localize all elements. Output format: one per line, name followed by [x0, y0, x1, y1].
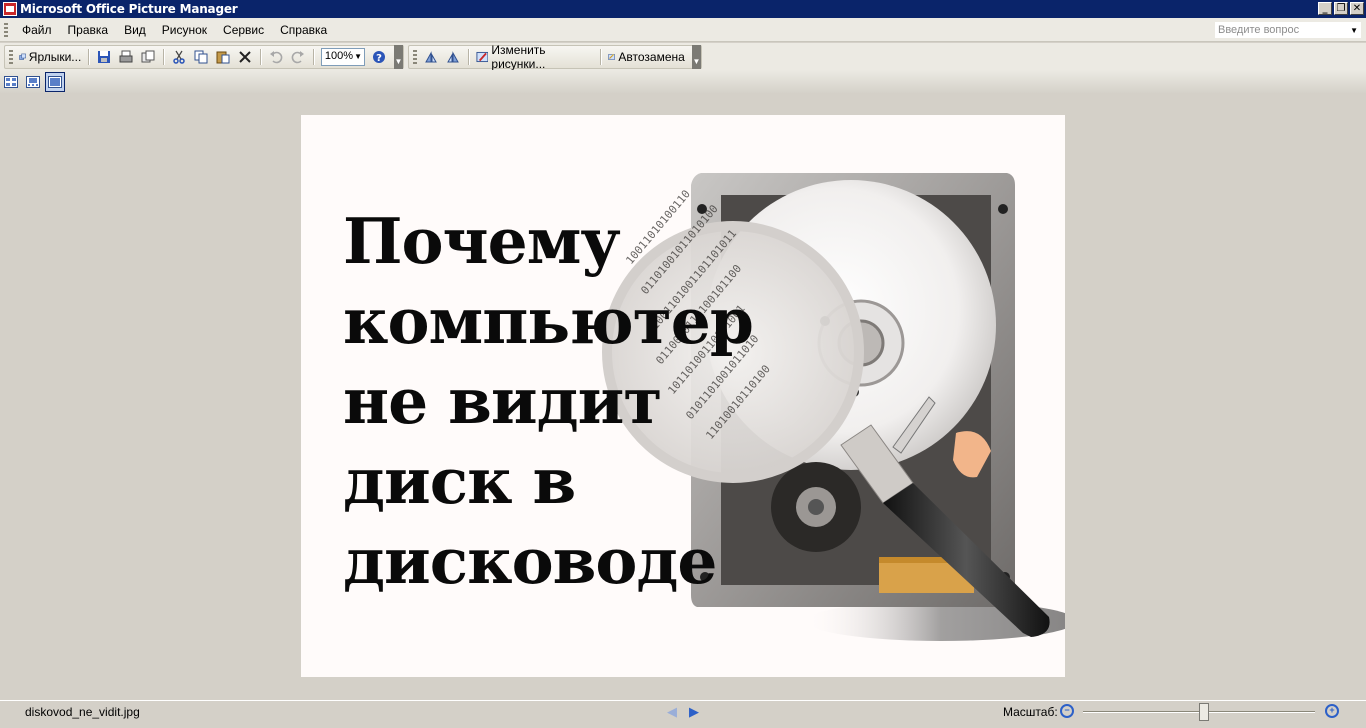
filmstrip-view-button[interactable] — [23, 72, 43, 92]
redo-button[interactable] — [287, 47, 309, 67]
minimize-button[interactable]: _ — [1318, 2, 1332, 15]
standard-toolbar: Ярлыки... 100% ▼ ? ▼ Изменить рисунки...… — [0, 43, 1366, 71]
export-icon — [141, 50, 155, 63]
menu-tools[interactable]: Сервис — [215, 23, 272, 37]
toolbar-separator — [600, 49, 602, 65]
toolbar-separator — [163, 49, 165, 65]
zoom-slider-thumb[interactable] — [1198, 703, 1209, 721]
caption-line: не видит — [343, 364, 662, 438]
title-bar: Microsoft Office Picture Manager _ ❐ ✕ — [0, 0, 1366, 18]
main-toolbar-group: Ярлыки... 100% ▼ ? ▼ — [4, 45, 404, 69]
ask-question-placeholder: Введите вопрос — [1218, 24, 1300, 36]
caption-line: дисководе — [343, 524, 717, 598]
menu-view[interactable]: Вид — [116, 23, 154, 37]
delete-button[interactable] — [234, 47, 256, 67]
toolbar-grip-icon[interactable] — [9, 50, 13, 64]
picture-toolbar-group: Изменить рисунки... Автозамена ▼ — [408, 43, 702, 71]
edit-pictures-icon — [476, 51, 488, 63]
help-button[interactable]: ? — [368, 47, 390, 67]
autocorrect-label: Автозамена — [618, 50, 685, 64]
export-button[interactable] — [137, 47, 159, 67]
window-title: Microsoft Office Picture Manager — [20, 2, 238, 16]
picture-manager-app-icon[interactable] — [3, 2, 17, 16]
toolbar-separator — [260, 49, 262, 65]
caption-line: компьютер — [343, 284, 754, 358]
ask-question-input[interactable]: Введите вопрос ▼ — [1214, 21, 1362, 39]
shortcuts-label: Ярлыки... — [28, 50, 82, 64]
autocorrect-icon — [608, 54, 616, 60]
menu-bar: Файл Правка Вид Рисунок Сервис Справка В… — [0, 18, 1366, 42]
picture-caption: Почему компьютер не видит диск в дисково… — [343, 201, 754, 601]
next-picture-icon[interactable]: ▶ — [689, 704, 699, 720]
rotate-left-button[interactable] — [420, 47, 442, 67]
shortcuts-button[interactable]: Ярлыки... — [16, 47, 85, 67]
copy-button[interactable] — [190, 47, 212, 67]
zoom-combobox[interactable]: 100% ▼ — [320, 48, 365, 66]
edit-pictures-button[interactable]: Изменить рисунки... — [473, 43, 597, 71]
filmstrip-view-icon — [26, 76, 40, 88]
autocorrect-button[interactable]: Автозамена — [605, 47, 688, 67]
undo-icon — [270, 51, 283, 64]
rotate-left-icon — [424, 51, 437, 63]
menu-grip-icon[interactable] — [4, 22, 8, 37]
undo-button[interactable] — [265, 47, 287, 67]
print-icon — [119, 50, 133, 63]
caption-line: диск в — [343, 444, 576, 518]
toolbar-grip-icon[interactable] — [413, 50, 417, 64]
rotate-right-button[interactable] — [442, 47, 464, 67]
picture-canvas: 10011010100110 01101001011010100 1001101… — [0, 94, 1366, 700]
toolbar-overflow-button[interactable]: ▼ — [394, 45, 404, 69]
caption-line: Почему — [343, 204, 621, 278]
previous-picture-icon[interactable]: ◀ — [667, 704, 677, 720]
copy-icon — [194, 50, 208, 64]
single-picture-view-button[interactable] — [45, 72, 65, 92]
delete-icon — [239, 51, 251, 63]
menu-picture[interactable]: Рисунок — [154, 23, 215, 37]
current-filename: diskovod_ne_vidit.jpg — [25, 705, 140, 719]
chevron-down-icon[interactable]: ▼ — [1350, 26, 1358, 35]
toolbar-separator — [467, 49, 469, 65]
help-icon: ? — [373, 51, 385, 64]
close-button[interactable]: ✕ — [1350, 2, 1364, 15]
thumbnail-view-icon — [4, 76, 18, 88]
menu-file[interactable]: Файл — [14, 23, 60, 37]
chevron-down-icon[interactable]: ▼ — [354, 52, 362, 61]
single-picture-view-icon — [48, 76, 62, 88]
toolbar-separator — [313, 49, 314, 65]
window-controls: _ ❐ ✕ — [1318, 2, 1364, 15]
toolbar-separator — [88, 49, 90, 65]
save-button[interactable] — [93, 47, 115, 67]
redo-icon — [291, 51, 305, 64]
paste-icon — [216, 51, 230, 64]
toolbar-overflow-button[interactable]: ▼ — [691, 45, 701, 69]
menu-help[interactable]: Справка — [272, 23, 335, 37]
paste-button[interactable] — [212, 47, 234, 67]
shortcuts-icon — [18, 53, 26, 60]
zoom-label: Масштаб: — [1003, 705, 1058, 719]
scissors-icon — [173, 50, 185, 64]
restore-button[interactable]: ❐ — [1334, 2, 1348, 15]
save-icon — [98, 51, 111, 63]
zoom-out-icon[interactable]: − — [1060, 704, 1074, 718]
thumbnail-view-button[interactable] — [1, 72, 21, 92]
zoom-in-icon[interactable]: + — [1325, 704, 1339, 718]
rotate-right-icon — [446, 51, 459, 63]
print-button[interactable] — [115, 47, 137, 67]
displayed-picture[interactable]: 10011010100110 01101001011010100 1001101… — [301, 115, 1065, 677]
menu-edit[interactable]: Правка — [60, 23, 117, 37]
view-mode-bar — [0, 70, 1366, 94]
cut-button[interactable] — [168, 47, 190, 67]
zoom-value: 100% — [324, 50, 354, 62]
edit-pictures-label: Изменить рисунки... — [491, 43, 546, 71]
svg-text:?: ? — [376, 53, 382, 64]
status-bar: diskovod_ne_vidit.jpg ◀ ▶ Масштаб: − + — [0, 700, 1366, 728]
